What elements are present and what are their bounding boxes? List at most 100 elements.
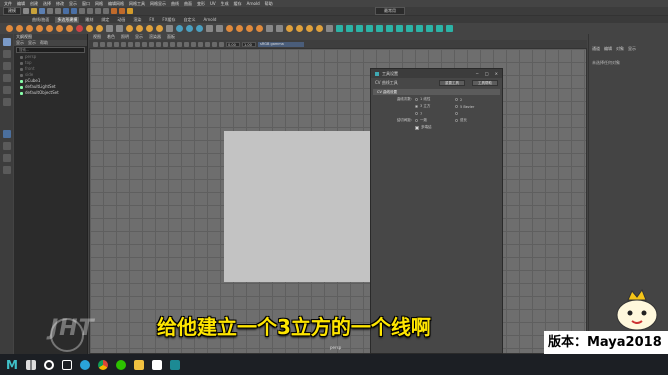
shelf-tool-icon-20[interactable] bbox=[206, 25, 213, 32]
shelf-tool-icon-37[interactable] bbox=[376, 25, 383, 32]
task-view-icon[interactable] bbox=[61, 359, 72, 370]
field-chart-icon[interactable] bbox=[149, 41, 154, 47]
shelf-tool-icon-26[interactable] bbox=[266, 25, 273, 32]
radio-option[interactable]: 5 Bezier bbox=[455, 105, 495, 109]
capcut-icon[interactable] bbox=[151, 359, 162, 370]
select-hierarchy-icon[interactable] bbox=[63, 8, 69, 14]
shelf-tool-icon-27[interactable] bbox=[276, 25, 283, 32]
lights-icon[interactable] bbox=[184, 41, 189, 47]
shelf-tab-3[interactable]: 绑定 bbox=[99, 17, 111, 23]
shelf-tool-icon-10[interactable] bbox=[106, 25, 113, 32]
exposure-field[interactable]: 0.00 bbox=[226, 41, 240, 47]
shelf-tool-icon-39[interactable] bbox=[396, 25, 403, 32]
close-icon[interactable]: × bbox=[495, 71, 498, 76]
channel-tab-0[interactable]: 通道 bbox=[592, 46, 600, 52]
radio-option[interactable]: 2 bbox=[455, 98, 495, 102]
shelf-tool-icon-28[interactable] bbox=[286, 25, 293, 32]
menu-item-8[interactable]: 编辑网格 bbox=[108, 1, 124, 7]
radio-option[interactable]: 一致 bbox=[415, 118, 455, 123]
xray-icon[interactable] bbox=[212, 41, 217, 47]
four-view-icon[interactable] bbox=[2, 142, 11, 150]
tool-help-button[interactable]: 工具帮助 bbox=[472, 80, 498, 86]
film-gate-icon[interactable] bbox=[128, 41, 133, 47]
menu-item-4[interactable]: 修改 bbox=[56, 1, 64, 7]
color-space-dropdown[interactable]: sRGB gamma bbox=[258, 41, 304, 47]
shelf-tool-icon-30[interactable] bbox=[306, 25, 313, 32]
settings-section-header[interactable]: CV 曲线设置 bbox=[373, 89, 500, 95]
safe-action-icon[interactable] bbox=[156, 41, 161, 47]
shelf-tool-icon-32[interactable] bbox=[326, 25, 333, 32]
lasso-tool-icon[interactable] bbox=[2, 50, 11, 58]
menu-item-1[interactable]: 编辑 bbox=[17, 1, 25, 7]
shelf-tool-icon-23[interactable] bbox=[236, 25, 243, 32]
menu-item-14[interactable]: UV bbox=[210, 1, 216, 6]
shelf-tab-5[interactable]: 渲染 bbox=[131, 17, 143, 23]
shelf-tool-icon-12[interactable] bbox=[126, 25, 133, 32]
shelf-tool-icon-15[interactable] bbox=[156, 25, 163, 32]
chrome-icon[interactable] bbox=[97, 359, 108, 370]
shelf-tool-icon-11[interactable] bbox=[116, 25, 123, 32]
gamma-field[interactable]: 1.00 bbox=[242, 41, 256, 47]
shelf-tab-4[interactable]: 动画 bbox=[115, 17, 127, 23]
menu-item-15[interactable]: 生成 bbox=[221, 1, 229, 7]
shelf-tool-icon-29[interactable] bbox=[296, 25, 303, 32]
outliner-item[interactable]: defaultObjectSet bbox=[14, 90, 87, 96]
render-icon[interactable] bbox=[111, 8, 117, 14]
layout-icon[interactable] bbox=[2, 154, 11, 162]
shelf-tab-7[interactable]: FX缓存 bbox=[160, 17, 177, 23]
select-object-icon[interactable] bbox=[71, 8, 77, 14]
shelf-tool-icon-3[interactable] bbox=[36, 25, 43, 32]
shelf-tool-icon-8[interactable] bbox=[86, 25, 93, 32]
snap-grid-icon[interactable] bbox=[87, 8, 93, 14]
radio-option[interactable]: 弦长 bbox=[455, 118, 495, 123]
menu-item-9[interactable]: 网格工具 bbox=[129, 1, 145, 7]
xray-joints-icon[interactable] bbox=[219, 41, 224, 47]
edge-browser-icon[interactable] bbox=[79, 359, 90, 370]
menu-item-16[interactable]: 缓存 bbox=[234, 1, 242, 7]
ambient-occlusion-icon[interactable] bbox=[198, 41, 203, 47]
wireframe-icon[interactable] bbox=[163, 41, 168, 47]
radio-button[interactable] bbox=[455, 98, 458, 101]
shelf-tab-1[interactable]: 多边形建模 bbox=[55, 16, 80, 23]
file-explorer-icon[interactable] bbox=[133, 359, 144, 370]
multi-end-knots-checkbox[interactable] bbox=[415, 125, 419, 130]
shelf-tool-icon-7[interactable] bbox=[76, 25, 83, 32]
radio-button[interactable] bbox=[415, 98, 418, 101]
textured-icon[interactable] bbox=[177, 41, 182, 47]
snap-curve-icon[interactable] bbox=[95, 8, 101, 14]
redo-icon[interactable] bbox=[55, 8, 61, 14]
reset-tool-button[interactable]: 重置工具 bbox=[439, 80, 465, 86]
shelf-tool-icon-38[interactable] bbox=[386, 25, 393, 32]
snap-point-icon[interactable] bbox=[103, 8, 109, 14]
shelf-tool-icon-14[interactable] bbox=[146, 25, 153, 32]
shelf-tab-2[interactable]: 雕刻 bbox=[83, 17, 95, 23]
menu-item-6[interactable]: 窗口 bbox=[82, 1, 90, 7]
shelf-tab-8[interactable]: 自定义 bbox=[181, 17, 197, 23]
menu-item-2[interactable]: 创建 bbox=[30, 1, 38, 7]
menu-item-7[interactable]: 网格 bbox=[95, 1, 103, 7]
shelf-tool-icon-22[interactable] bbox=[226, 25, 233, 32]
shelf-tool-icon-19[interactable] bbox=[196, 25, 203, 32]
shelf-tool-icon-2[interactable] bbox=[26, 25, 33, 32]
shelf-tool-icon-17[interactable] bbox=[176, 25, 183, 32]
select-component-icon[interactable] bbox=[79, 8, 85, 14]
scale-tool-icon[interactable] bbox=[2, 98, 11, 106]
shelf-tool-icon-31[interactable] bbox=[316, 25, 323, 32]
menu-item-13[interactable]: 变形 bbox=[197, 1, 205, 7]
minimize-icon[interactable]: − bbox=[476, 71, 479, 76]
shelf-tool-icon-33[interactable] bbox=[336, 25, 343, 32]
outliner-menu-1[interactable]: 显示 bbox=[28, 40, 36, 46]
shelf-tab-9[interactable]: Arnold bbox=[201, 17, 218, 22]
windows-start-icon[interactable] bbox=[25, 359, 36, 370]
menu-item-18[interactable]: 帮助 bbox=[265, 1, 273, 7]
shelf-tool-icon-1[interactable] bbox=[16, 25, 23, 32]
maya-taskbar-icon[interactable]: M bbox=[6, 358, 18, 372]
isolate-select-icon[interactable] bbox=[205, 41, 210, 47]
shadows-icon[interactable] bbox=[191, 41, 196, 47]
image-plane-icon[interactable] bbox=[114, 41, 119, 47]
channel-tab-3[interactable]: 显示 bbox=[628, 46, 636, 52]
shelf-tool-icon-43[interactable] bbox=[436, 25, 443, 32]
shelf-tool-icon-4[interactable] bbox=[46, 25, 53, 32]
menu-item-12[interactable]: 曲面 bbox=[184, 1, 192, 7]
search-icon[interactable] bbox=[43, 359, 54, 370]
